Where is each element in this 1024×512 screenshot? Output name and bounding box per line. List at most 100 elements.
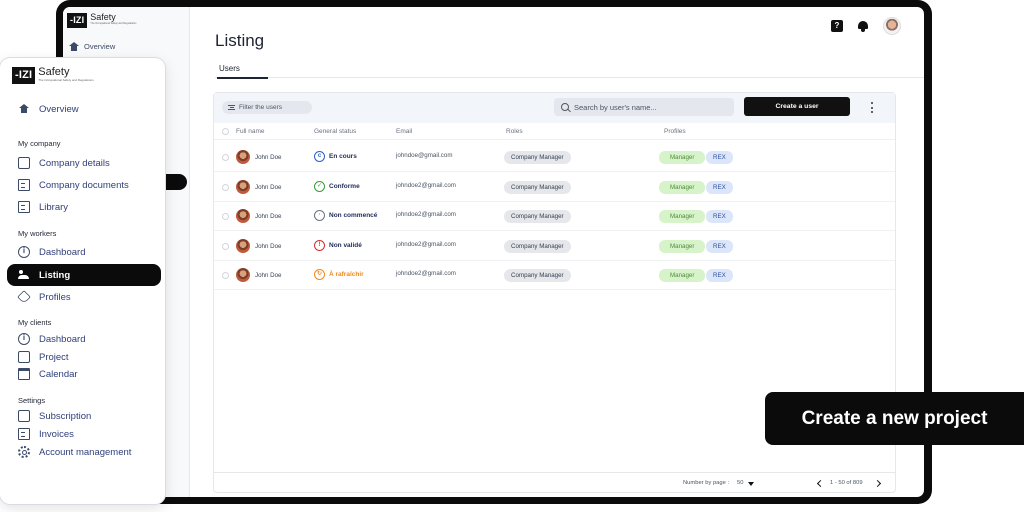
profile-chip: REX bbox=[706, 151, 733, 164]
role-chip: Company Manager bbox=[504, 269, 571, 282]
column-email[interactable]: Email bbox=[396, 128, 412, 135]
rows-per-page-select[interactable]: 50 bbox=[737, 480, 743, 486]
avatar bbox=[236, 238, 250, 253]
role-chip: Company Manager bbox=[504, 180, 571, 194]
status-badge: ↻ À rafraîchir bbox=[314, 269, 364, 280]
search-placeholder: Search by user's name... bbox=[574, 102, 657, 112]
sidebar-item-profiles[interactable]: Profiles bbox=[17, 290, 71, 304]
profile-chip: REX bbox=[706, 269, 733, 282]
inner-sidebar-item-overview[interactable]: Overview bbox=[69, 42, 115, 51]
section-settings: Settings bbox=[18, 396, 46, 405]
user-name: John Doe bbox=[255, 183, 282, 191]
row-checkbox[interactable] bbox=[222, 154, 229, 161]
sidebar-item-company-documents[interactable]: Company documents bbox=[18, 178, 129, 192]
select-all-checkbox[interactable] bbox=[222, 128, 229, 135]
sidebar-item-invoices[interactable]: Invoices bbox=[18, 427, 74, 441]
info-icon bbox=[18, 333, 30, 345]
status-label: Conforme bbox=[329, 182, 360, 190]
profile-chip: Manager bbox=[659, 239, 706, 253]
role-chip: Company Manager bbox=[504, 151, 571, 164]
row-checkbox[interactable] bbox=[222, 183, 229, 191]
column-full-name[interactable]: Full name bbox=[236, 128, 265, 135]
bell-icon[interactable] bbox=[857, 20, 869, 32]
sidebar-item-label: Calendar bbox=[39, 368, 78, 380]
table-header: Full name General status Email Roles Pro… bbox=[214, 124, 895, 140]
invoice-icon bbox=[18, 428, 30, 440]
profile-chip: REX bbox=[706, 239, 733, 253]
avatar bbox=[236, 150, 250, 164]
sidebar-item-dashboard[interactable]: Dashboard bbox=[18, 245, 85, 259]
table-row[interactable]: John Doe! Non validé johndoe2@gmail.com Com… bbox=[214, 232, 895, 261]
column-profiles[interactable]: Profiles bbox=[664, 128, 686, 135]
next-page-icon[interactable] bbox=[873, 479, 882, 488]
sidebar-item-project[interactable]: Project bbox=[18, 350, 69, 364]
gear-icon bbox=[18, 446, 30, 458]
home-icon bbox=[69, 42, 79, 51]
table-pagination: Number by page : 50 1 - 50 of 809 bbox=[214, 472, 895, 492]
rows-per-page-label: Number by page : bbox=[683, 480, 730, 486]
search-input[interactable]: Search by user's name... bbox=[554, 98, 734, 116]
user-email: johndoe2@gmail.com bbox=[396, 240, 456, 248]
tab-bar: Users bbox=[215, 64, 924, 79]
sidebar-item-calendar[interactable]: Calendar bbox=[18, 367, 78, 381]
chevron-down-icon[interactable] bbox=[748, 482, 754, 486]
profile-chip: REX bbox=[706, 210, 733, 223]
create-user-button[interactable]: Create a user bbox=[744, 97, 850, 116]
more-options-icon[interactable] bbox=[870, 102, 873, 113]
status-badge: ! Non validé bbox=[314, 239, 362, 251]
logo-tagline: The Occupational Safety and Regulations bbox=[90, 22, 137, 25]
filter-icon bbox=[228, 105, 235, 110]
profile-chip: Manager bbox=[659, 151, 706, 164]
sidebar-logo[interactable]: -IZI Safety The Occupational Safety and … bbox=[12, 67, 94, 84]
status-icon: · bbox=[314, 210, 325, 221]
status-label: En cours bbox=[329, 153, 357, 160]
sidebar-item-company-details[interactable]: Company details bbox=[18, 156, 110, 170]
table-row[interactable]: John Doe c En cours johndoe@gmail.com Compan… bbox=[214, 143, 895, 172]
header-actions: ? bbox=[831, 17, 901, 35]
callout-banner: Create a new project bbox=[765, 392, 1024, 445]
filter-label: Filter the users bbox=[239, 104, 282, 111]
sidebar-item-subscription[interactable]: Subscription bbox=[18, 409, 91, 423]
role-chip: Company Manager bbox=[504, 210, 571, 223]
column-general-status[interactable]: General status bbox=[314, 128, 356, 135]
sidebar-item-clients-dashboard[interactable]: Dashboard bbox=[18, 332, 85, 346]
table-row[interactable]: John Doe · Non commencé johndoe2@gmail.com C… bbox=[214, 202, 895, 231]
search-icon bbox=[561, 103, 569, 111]
row-checkbox[interactable] bbox=[222, 242, 229, 250]
table-row[interactable]: John Doe ↻ À rafraîchir johndoe2@gmail.com C… bbox=[214, 261, 895, 290]
pagination-range: 1 - 50 of 809 bbox=[830, 480, 863, 486]
user-name: John Doe bbox=[255, 272, 282, 279]
logo-tagline: The Occupational Safety and Regulations bbox=[38, 78, 94, 82]
status-badge: · Non commencé bbox=[314, 210, 377, 221]
inner-sidebar-overview-label: Overview bbox=[84, 42, 116, 51]
sidebar-item-overview[interactable]: Overview bbox=[18, 102, 79, 116]
status-icon: c bbox=[314, 151, 325, 162]
profile-chip: Manager bbox=[659, 180, 706, 194]
sidebar-item-listing[interactable]: Listing bbox=[7, 264, 161, 286]
tab-users[interactable]: Users bbox=[217, 64, 268, 79]
table-row[interactable]: John Doe ✓ Conforme johndoe2@gmail.com Compa… bbox=[214, 173, 895, 202]
filter-button[interactable]: Filter the users bbox=[222, 101, 312, 114]
sidebar-item-label: Company details bbox=[39, 157, 110, 169]
row-checkbox[interactable] bbox=[222, 213, 229, 220]
sidebar-item-label: Library bbox=[39, 201, 69, 213]
user-email: johndoe2@gmail.com bbox=[396, 211, 456, 218]
profile-chip: Manager bbox=[659, 269, 706, 282]
status-label: À rafraîchir bbox=[329, 271, 364, 278]
section-my-workers: My workers bbox=[18, 229, 57, 238]
logo[interactable]: -IZI Safety The Occupational Safety and … bbox=[67, 13, 136, 28]
prev-page-icon[interactable] bbox=[816, 479, 825, 488]
avatar bbox=[236, 268, 250, 282]
help-icon[interactable]: ? bbox=[831, 20, 843, 32]
column-roles[interactable]: Roles bbox=[506, 128, 523, 135]
sidebar-item-label: Account management bbox=[39, 446, 132, 458]
sidebar-item-library[interactable]: Library bbox=[18, 200, 68, 214]
sidebar-item-label: Invoices bbox=[39, 428, 74, 440]
row-checkbox[interactable] bbox=[222, 272, 229, 279]
sidebar-item-label: Subscription bbox=[39, 410, 92, 422]
user-name: John Doe bbox=[255, 213, 282, 220]
sidebar-item-account-management[interactable]: Account management bbox=[18, 445, 131, 459]
user-email: johndoe2@gmail.com bbox=[396, 181, 456, 189]
section-my-clients: My clients bbox=[18, 318, 52, 327]
avatar[interactable] bbox=[883, 17, 901, 35]
